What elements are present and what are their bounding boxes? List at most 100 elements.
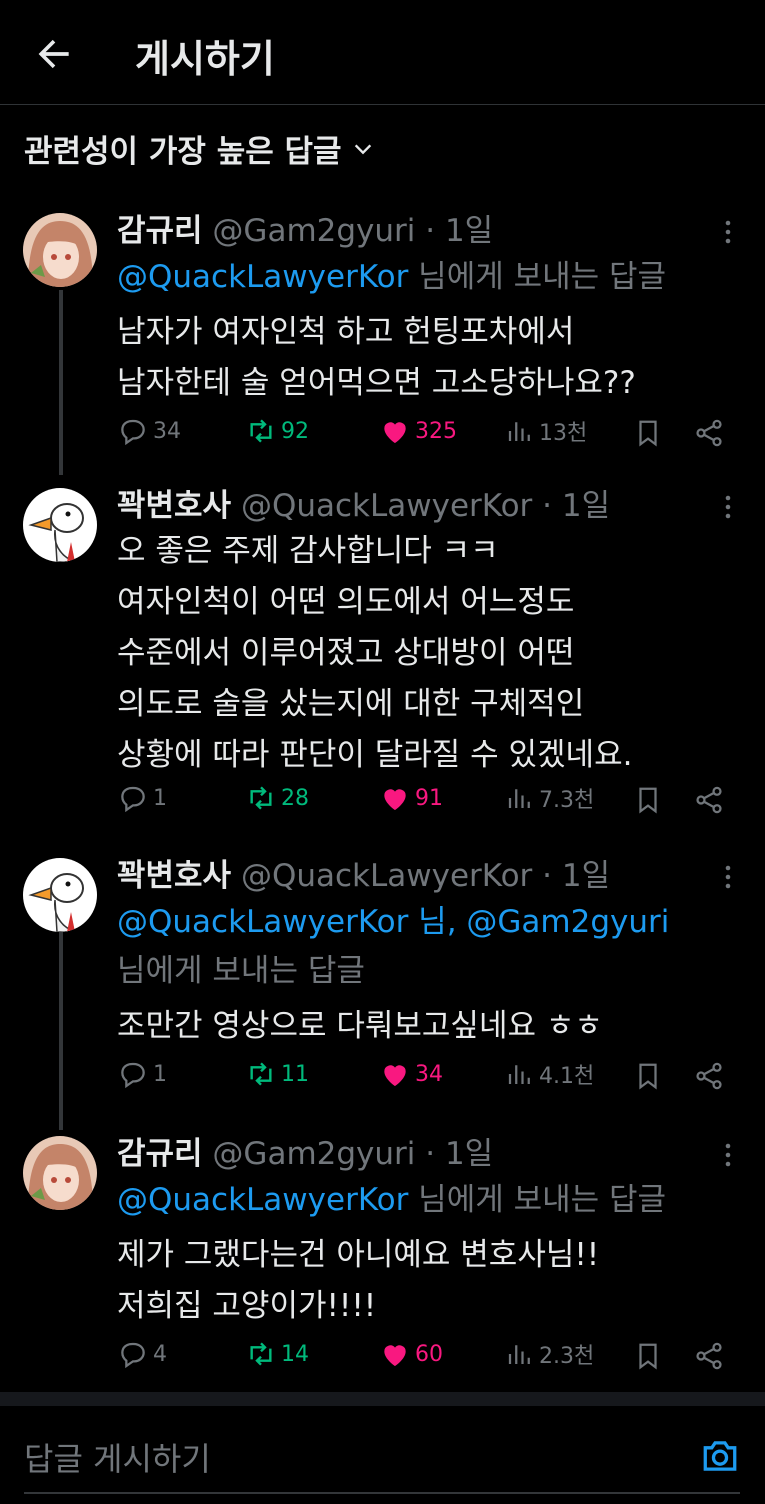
mention-link[interactable]: @QuackLawyerKor — [117, 1182, 408, 1218]
heart-icon — [384, 1065, 406, 1086]
views-button[interactable]: 4.1천 — [505, 1058, 594, 1090]
more-options-icon[interactable] — [718, 492, 738, 522]
avatar[interactable] — [23, 1136, 97, 1210]
reply-count: 1 — [153, 1061, 167, 1087]
reply-count: 4 — [153, 1341, 167, 1367]
retweet-count: 14 — [281, 1341, 309, 1367]
handle[interactable]: @Gam2gyuri — [212, 1136, 415, 1172]
tweet-actions: 1 11 34 4.1천 — [117, 1058, 747, 1098]
bookmark-icon[interactable] — [633, 417, 663, 449]
views-button[interactable]: 7.3천 — [505, 782, 594, 814]
retweet-icon — [250, 1062, 272, 1086]
reply-button[interactable]: 34 — [117, 415, 181, 447]
tweet-text-line: 여자인척이 어떤 의도에서 어느정도 — [117, 584, 575, 620]
tweet-header: 꽉변호사 @QuackLawyerKor · 1일 — [117, 858, 611, 894]
avatar[interactable] — [23, 858, 97, 932]
retweet-count: 11 — [281, 1061, 309, 1087]
bookmark-icon[interactable] — [633, 1340, 663, 1372]
retweet-button[interactable]: 28 — [245, 782, 309, 814]
tweet-header: 꽉변호사 @QuackLawyerKor · 1일 — [117, 488, 611, 524]
view-count: 2.3천 — [539, 1344, 595, 1369]
reply-input[interactable]: 답글 게시하기 — [24, 1434, 211, 1480]
display-name[interactable]: 꽉변호사 — [117, 858, 231, 894]
tweet[interactable]: 감규리 @Gam2gyuri · 1일 @QuackLawyerKor 님에게 … — [0, 1128, 765, 1388]
chevron-down-icon — [354, 143, 371, 154]
heart-icon — [384, 789, 406, 810]
reply-sort-label: 관련성이 가장 높은 답글 — [24, 134, 342, 170]
tweet-text-line: 상황에 따라 판단이 달라질 수 있겠네요. — [117, 737, 633, 773]
views-icon — [508, 1065, 530, 1084]
timestamp[interactable]: 1일 — [562, 858, 610, 894]
more-options-icon[interactable] — [718, 217, 738, 247]
tweet-actions: 4 14 60 2.3천 — [117, 1338, 747, 1378]
share-icon[interactable] — [693, 417, 725, 449]
avatar[interactable] — [23, 488, 97, 562]
more-options-icon[interactable] — [718, 862, 738, 892]
section-divider — [0, 1392, 765, 1406]
tweet-actions: 1 28 91 7.3천 — [117, 782, 747, 822]
tweet[interactable]: 감규리 @Gam2gyuri · 1일 @QuackLawyerKor 님에게 … — [0, 205, 765, 475]
like-button[interactable]: 91 — [379, 782, 443, 814]
reply-context: @QuackLawyerKor 님에게 보내는 답글 — [117, 1182, 667, 1218]
retweet-button[interactable]: 14 — [245, 1338, 309, 1370]
views-icon — [508, 1345, 530, 1364]
like-button[interactable]: 34 — [379, 1058, 443, 1090]
views-button[interactable]: 13천 — [505, 415, 587, 447]
handle[interactable]: @QuackLawyerKor — [241, 488, 532, 524]
like-button[interactable]: 60 — [379, 1338, 443, 1370]
more-options-icon[interactable] — [718, 1140, 738, 1170]
retweet-icon — [250, 419, 272, 443]
reply-compose-bar: 답글 게시하기 — [0, 1406, 765, 1504]
tweet[interactable]: 꽉변호사 @QuackLawyerKor · 1일 @QuackLawyerKo… — [0, 850, 765, 1125]
mention-link[interactable]: @QuackLawyerKor 님, @Gam2gyuri — [117, 896, 669, 941]
tweet-text-line: 제가 그랬다는건 아니예요 변호사님!! — [117, 1237, 600, 1273]
like-button[interactable]: 325 — [379, 415, 457, 447]
display-name[interactable]: 감규리 — [117, 213, 203, 249]
reply-sort-dropdown[interactable]: 관련성이 가장 높은 답글 — [24, 126, 374, 171]
view-count: 7.3천 — [539, 788, 595, 813]
retweet-button[interactable]: 92 — [245, 415, 309, 447]
timestamp[interactable]: 1일 — [445, 213, 493, 249]
handle[interactable]: @Gam2gyuri — [212, 213, 415, 249]
tweet[interactable]: 꽉변호사 @QuackLawyerKor · 1일 오 좋은 주제 감사합니다 … — [0, 480, 765, 850]
reply-count: 34 — [153, 418, 181, 444]
reply-context: 님에게 보내는 답글 — [117, 953, 365, 989]
share-icon[interactable] — [693, 1340, 725, 1372]
reply-button[interactable]: 4 — [117, 1338, 167, 1370]
timestamp[interactable]: 1일 — [445, 1136, 493, 1172]
mention-link[interactable]: @QuackLawyerKor — [117, 259, 408, 295]
retweet-icon — [250, 1342, 272, 1366]
retweet-count: 28 — [281, 785, 309, 811]
timestamp[interactable]: 1일 — [562, 488, 610, 524]
input-underline — [24, 1492, 740, 1494]
top-bar: 게시하기 — [0, 0, 765, 105]
tweet-actions: 34 92 325 13천 — [117, 415, 747, 455]
like-count: 325 — [415, 418, 457, 444]
share-icon[interactable] — [693, 1060, 725, 1092]
views-button[interactable]: 2.3천 — [505, 1338, 594, 1370]
tweet-header: 감규리 @Gam2gyuri · 1일 — [117, 1136, 494, 1172]
retweet-button[interactable]: 11 — [245, 1058, 309, 1090]
reply-icon — [121, 786, 145, 813]
reply-context: @QuackLawyerKor 님에게 보내는 답글 — [117, 259, 667, 295]
handle[interactable]: @QuackLawyerKor — [241, 858, 532, 894]
reply-icon — [121, 419, 145, 446]
retweet-count: 92 — [281, 418, 309, 444]
display-name[interactable]: 감규리 — [117, 1136, 203, 1172]
view-count: 4.1천 — [539, 1064, 595, 1089]
avatar[interactable] — [23, 213, 97, 287]
reply-icon — [121, 1062, 145, 1089]
bookmark-icon[interactable] — [633, 784, 663, 816]
tweet-text-line: 의도로 술을 샀는지에 대한 구체적인 — [117, 686, 585, 722]
camera-icon[interactable] — [700, 1438, 740, 1474]
reply-button[interactable]: 1 — [117, 1058, 167, 1090]
like-count: 60 — [415, 1341, 443, 1367]
tweet-text-line: 조만간 영상으로 다뤄보고싶네요 ㅎㅎ — [117, 1008, 603, 1044]
reply-button[interactable]: 1 — [117, 782, 167, 814]
tweet-text-line: 수준에서 이루어졌고 상대방이 어떤 — [117, 635, 575, 671]
bookmark-icon[interactable] — [633, 1060, 663, 1092]
retweet-icon — [250, 786, 272, 810]
back-arrow-icon[interactable] — [32, 32, 76, 76]
share-icon[interactable] — [693, 784, 725, 816]
display-name[interactable]: 꽉변호사 — [117, 488, 231, 524]
